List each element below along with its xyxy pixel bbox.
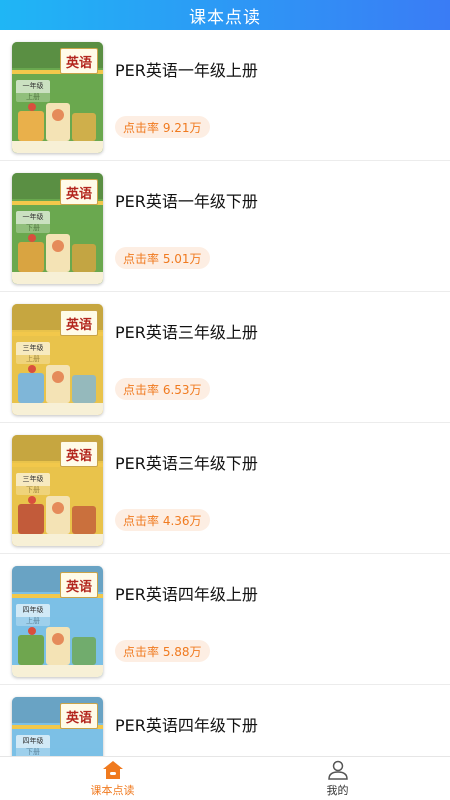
book-title: PER英语三年级下册 <box>115 454 258 473</box>
click-rate-badge: 点击率 6.53万 <box>115 378 210 400</box>
cover-grade: 三年级 <box>22 344 44 352</box>
cover-illustration <box>12 617 103 677</box>
page-title: 课本点读 <box>189 7 261 28</box>
cover-illustration <box>12 486 103 546</box>
app-header: 课本点读 <box>0 0 450 30</box>
cover-illustration <box>12 748 103 756</box>
home-icon <box>102 760 123 779</box>
bottom-tab-bar: 课本点读 我的 <box>0 756 450 800</box>
cover-label: 英语 <box>60 703 98 729</box>
cover-grade: 三年级 <box>22 475 44 483</box>
book-title: PER英语四年级上册 <box>115 585 258 604</box>
book-list-item[interactable]: 英语三年级下册PER英语三年级下册点击率 4.36万 <box>0 423 450 554</box>
tab-label: 课本点读 <box>90 783 135 797</box>
click-rate-badge: 点击率 4.36万 <box>115 509 210 531</box>
book-title: PER英语一年级下册 <box>115 192 258 211</box>
cover-grade: 四年级 <box>22 606 44 614</box>
click-rate-badge: 点击率 9.21万 <box>115 116 210 138</box>
tab-mine[interactable]: 我的 <box>225 757 450 800</box>
cover-grade: 一年级 <box>22 82 44 90</box>
book-title: PER英语四年级下册 <box>115 716 258 735</box>
book-cover-image: 英语四年级下册 <box>12 697 103 756</box>
cover-label: 英语 <box>60 310 98 336</box>
book-list-item[interactable]: 英语一年级上册PER英语一年级上册点击率 9.21万 <box>0 30 450 161</box>
cover-label: 英语 <box>60 48 98 74</box>
book-cover-image: 英语三年级上册 <box>12 304 103 415</box>
cover-label: 英语 <box>60 179 98 205</box>
user-icon <box>327 760 348 780</box>
click-rate-badge: 点击率 5.01万 <box>115 247 210 269</box>
book-list-item[interactable]: 英语四年级下册PER英语四年级下册 <box>0 685 450 756</box>
book-title: PER英语三年级上册 <box>115 323 258 342</box>
cover-grade: 一年级 <box>22 213 44 221</box>
book-list-item[interactable]: 英语一年级下册PER英语一年级下册点击率 5.01万 <box>0 161 450 292</box>
tab-textbook-reading[interactable]: 课本点读 <box>0 757 225 800</box>
book-cover-image: 英语三年级下册 <box>12 435 103 546</box>
cover-illustration <box>12 93 103 153</box>
book-list-item[interactable]: 英语四年级上册PER英语四年级上册点击率 5.88万 <box>0 554 450 685</box>
tab-label: 我的 <box>326 783 349 797</box>
cover-grade: 四年级 <box>22 737 44 745</box>
book-cover-image: 英语一年级上册 <box>12 42 103 153</box>
cover-label: 英语 <box>60 441 98 467</box>
book-list-item[interactable]: 英语三年级上册PER英语三年级上册点击率 6.53万 <box>0 292 450 423</box>
book-title: PER英语一年级上册 <box>115 61 258 80</box>
cover-illustration <box>12 224 103 284</box>
cover-label: 英语 <box>60 572 98 598</box>
book-list: 英语一年级上册PER英语一年级上册点击率 9.21万英语一年级下册PER英语一年… <box>0 30 450 756</box>
click-rate-badge: 点击率 5.88万 <box>115 640 210 662</box>
cover-illustration <box>12 355 103 415</box>
book-cover-image: 英语一年级下册 <box>12 173 103 284</box>
book-cover-image: 英语四年级上册 <box>12 566 103 677</box>
